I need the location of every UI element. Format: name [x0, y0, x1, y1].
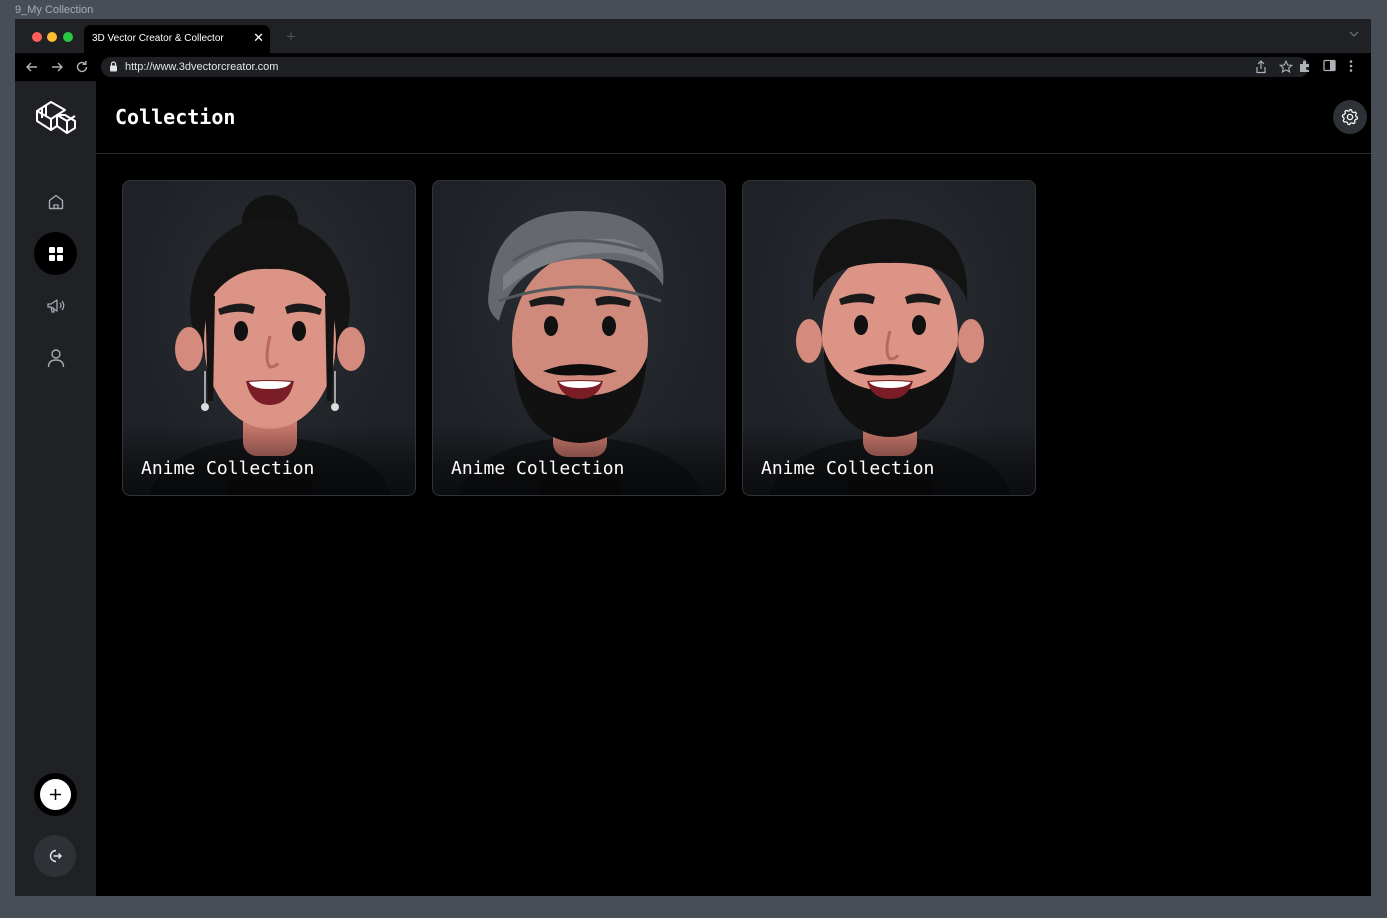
collection-card[interactable]: Anime Collection — [432, 180, 726, 496]
card-title: Anime Collection — [761, 458, 935, 479]
more-options-icon[interactable] — [1349, 59, 1353, 73]
collection-card[interactable]: Anime Collection — [122, 180, 416, 496]
new-tab-button[interactable]: + — [286, 27, 296, 47]
gear-icon — [1341, 108, 1359, 126]
minimize-window-button[interactable] — [47, 32, 57, 42]
extensions-icon[interactable] — [1298, 59, 1312, 73]
logout-icon — [49, 849, 62, 863]
home-icon — [48, 194, 63, 209]
reload-icon[interactable] — [74, 59, 90, 75]
chevron-down-icon[interactable] — [1349, 30, 1359, 38]
card-title: Anime Collection — [141, 458, 315, 479]
browser-toolbar: http://www.3dvectorcreator.com — [15, 53, 1371, 81]
sidebar-item-profile[interactable] — [34, 336, 77, 379]
grid-icon — [48, 246, 63, 261]
forward-arrow-icon[interactable] — [49, 59, 65, 75]
sidebar-item-announcements[interactable] — [34, 284, 77, 327]
side-panel-icon[interactable] — [1323, 59, 1336, 72]
browser-tab[interactable]: 3D Vector Creator & Collector ✕ — [84, 25, 270, 53]
url-text: http://www.3dvectorcreator.com — [125, 61, 279, 73]
frame-label: 9_My Collection — [15, 4, 94, 16]
bookmark-star-icon[interactable] — [1279, 60, 1293, 74]
logo-icon[interactable] — [33, 97, 77, 139]
tab-close-button[interactable]: ✕ — [253, 30, 264, 46]
plus-icon — [50, 789, 61, 800]
lock-icon — [110, 61, 117, 72]
maximize-window-button[interactable] — [63, 32, 73, 42]
add-button[interactable] — [34, 773, 77, 816]
settings-button[interactable] — [1333, 100, 1367, 134]
app-container: Collection Anime Collection Anime Collec… — [15, 81, 1371, 896]
add-button-inner — [40, 779, 71, 810]
main-content: Collection Anime Collection Anime Collec… — [96, 81, 1371, 896]
page-title: Collection — [115, 105, 236, 129]
user-icon — [47, 348, 64, 367]
tab-title: 3D Vector Creator & Collector — [92, 33, 224, 44]
back-arrow-icon[interactable] — [24, 59, 40, 75]
page-header: Collection — [96, 81, 1371, 154]
sidebar-item-collection[interactable] — [34, 232, 77, 275]
address-bar[interactable]: http://www.3dvectorcreator.com — [101, 57, 1309, 77]
megaphone-icon — [46, 298, 64, 313]
collection-card[interactable]: Anime Collection — [742, 180, 1036, 496]
browser-window: 3D Vector Creator & Collector ✕ + http:/… — [15, 19, 1371, 896]
card-title: Anime Collection — [451, 458, 625, 479]
close-window-button[interactable] — [32, 32, 42, 42]
browser-tab-bar: 3D Vector Creator & Collector ✕ + — [15, 19, 1371, 53]
share-icon[interactable] — [1255, 60, 1267, 74]
logout-button[interactable] — [34, 835, 76, 877]
sidebar-item-home[interactable] — [34, 180, 77, 223]
sidebar — [15, 81, 96, 896]
